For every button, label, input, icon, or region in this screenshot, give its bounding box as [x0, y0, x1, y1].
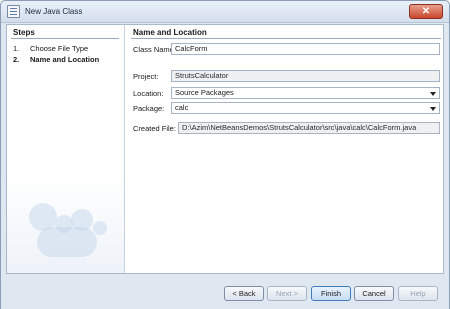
panel-heading: Name and Location: [133, 28, 207, 37]
created-file-label: Created File:: [133, 124, 176, 133]
close-icon: ✕: [421, 6, 431, 17]
project-value: StrutsCalculator: [175, 71, 229, 80]
project-label: Project:: [133, 72, 159, 81]
steps-panel: Steps 1. Choose File Type 2. Name and Loca…: [7, 25, 125, 273]
steps-divider: [11, 38, 119, 39]
package-combobox[interactable]: calc: [171, 102, 440, 114]
created-file-value: D:\Azim\NetBeansDemos\StrutsCalculator\s…: [182, 123, 417, 132]
window-title: New Java Class: [25, 7, 83, 16]
package-label: Package:: [133, 104, 165, 113]
close-button[interactable]: ✕: [409, 4, 443, 19]
created-file-field: D:\Azim\NetBeansDemos\StrutsCalculator\s…: [178, 122, 440, 134]
new-java-class-dialog: New Java Class ✕ Steps 1. Choose File Typ…: [0, 0, 450, 309]
chevron-down-icon[interactable]: [430, 107, 436, 111]
cancel-button[interactable]: Cancel: [354, 286, 394, 301]
back-button[interactable]: < Back: [224, 286, 264, 301]
class-name-label: Class Name:: [133, 45, 176, 54]
step-label: Name and Location: [30, 55, 100, 64]
steps-heading: Steps: [13, 28, 35, 37]
location-select[interactable]: Source Packages: [171, 87, 440, 99]
step-number: 2.: [13, 55, 20, 64]
step-number: 1.: [13, 44, 20, 53]
decorative-bubble: [37, 227, 97, 257]
next-button[interactable]: Next >: [267, 286, 307, 301]
name-location-panel: Name and Location Class Name: CalcForm P…: [130, 25, 443, 273]
class-name-value: CalcForm: [175, 44, 208, 53]
panel-divider: [131, 38, 441, 39]
help-button[interactable]: Help: [398, 286, 438, 301]
step-choose-file-type: 1. Choose File Type: [13, 44, 88, 53]
class-name-input[interactable]: CalcForm: [171, 43, 440, 55]
location-value: Source Packages: [175, 88, 234, 97]
step-name-and-location: 2. Name and Location: [13, 55, 99, 64]
title-bar[interactable]: New Java Class ✕: [1, 1, 449, 23]
location-label: Location:: [133, 89, 164, 98]
package-value: calc: [175, 103, 189, 112]
java-file-icon: [7, 5, 20, 18]
project-field: StrutsCalculator: [171, 70, 440, 82]
finish-button[interactable]: Finish: [311, 286, 351, 301]
wizard-body: Steps 1. Choose File Type 2. Name and Loca…: [6, 24, 444, 274]
step-label: Choose File Type: [30, 44, 89, 53]
chevron-down-icon[interactable]: [430, 92, 436, 96]
decorative-bubble: [93, 221, 107, 235]
